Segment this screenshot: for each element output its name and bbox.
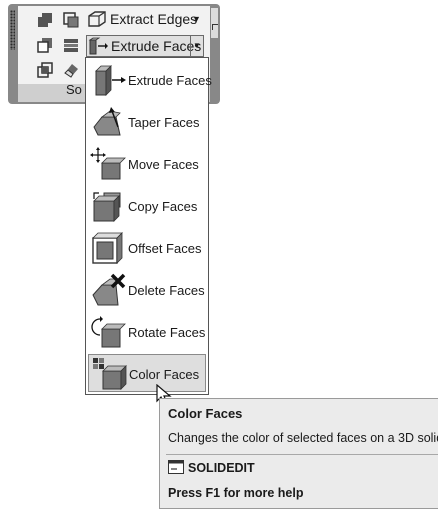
chevron-down-icon[interactable]: ▼ <box>192 14 201 24</box>
delete-faces-icon <box>90 273 128 312</box>
menu-item-copy-faces[interactable]: Copy Faces <box>88 187 206 225</box>
union-icon[interactable] <box>36 11 54 29</box>
subtract-icon[interactable] <box>36 36 54 54</box>
menu-item-label: Move Faces <box>128 157 199 172</box>
command-tooltip: Color Faces Changes the color of selecte… <box>159 398 438 509</box>
dialog-launcher-icon[interactable] <box>212 24 218 30</box>
tooltip-title: Color Faces <box>168 406 243 421</box>
extrude-faces-split-button[interactable]: Extrude Faces ▼ <box>86 35 204 57</box>
panel-title: So <box>66 82 82 97</box>
panel-side-bar[interactable] <box>211 8 218 38</box>
menu-item-extrude-faces[interactable]: Extrude Faces <box>88 61 212 102</box>
command-line-icon <box>168 460 184 479</box>
menu-item-label: Rotate Faces <box>128 325 206 340</box>
extract-edges-button[interactable]: Extract Edges ▼ <box>86 8 204 30</box>
menu-item-rotate-faces[interactable]: Rotate Faces <box>88 313 206 351</box>
move-faces-icon <box>90 147 128 186</box>
menu-item-taper-faces[interactable]: Taper Faces <box>88 103 206 141</box>
taper-faces-icon <box>90 105 128 144</box>
rotate-faces-icon <box>90 315 128 354</box>
menu-item-move-faces[interactable]: Move Faces <box>88 145 206 183</box>
menu-item-delete-faces[interactable]: Delete Faces <box>88 271 206 309</box>
intersect-icon[interactable] <box>36 61 54 79</box>
menu-item-label: Extrude Faces <box>128 73 212 88</box>
dropdown-arrow-icon[interactable]: ▼ <box>190 36 203 56</box>
copy-faces-icon <box>90 189 128 228</box>
menu-item-label: Color Faces <box>129 367 200 382</box>
tooltip-command-name: SOLIDEDIT <box>188 461 255 475</box>
imprint-icon[interactable] <box>62 11 80 29</box>
menu-item-color-faces[interactable]: Color Faces <box>88 354 206 392</box>
tooltip-help-hint: Press F1 for more help <box>168 486 304 500</box>
panel-grip[interactable] <box>10 10 15 50</box>
extrude-faces-icon <box>90 63 128 102</box>
menu-item-offset-faces[interactable]: Offset Faces <box>88 229 206 267</box>
menu-item-label: Offset Faces <box>128 241 202 256</box>
tooltip-description: Changes the color of selected faces on a… <box>168 431 438 445</box>
extrude-faces-label: Extrude Faces <box>111 38 202 54</box>
extract-edges-icon <box>87 10 107 33</box>
menu-item-label: Taper Faces <box>128 115 200 130</box>
color-faces-icon <box>91 357 129 396</box>
extract-edges-label: Extract Edges <box>110 11 198 27</box>
erase-icon[interactable] <box>62 61 80 79</box>
menu-item-label: Copy Faces <box>128 199 198 214</box>
offset-faces-icon <box>90 231 128 270</box>
menu-item-label: Delete Faces <box>128 283 205 298</box>
faces-dropdown-menu: Extrude Faces Taper Faces Move Faces Cop… <box>85 57 212 395</box>
slice-icon[interactable] <box>62 36 80 54</box>
tooltip-divider <box>166 454 438 455</box>
